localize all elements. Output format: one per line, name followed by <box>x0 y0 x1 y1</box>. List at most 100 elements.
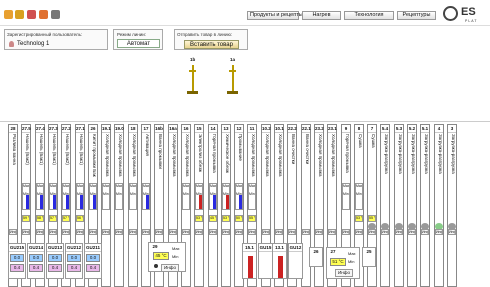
gu-module[interactable]: GU214 0.0 0.4 <box>27 243 45 279</box>
tank-lane[interactable]: 18Холодная промывка Max Min Инфо <box>128 124 138 287</box>
gauge-min-label: Min <box>348 259 355 264</box>
lane-number: 27.3 <box>49 126 58 133</box>
mode-panel-label: Режим линии: <box>117 32 147 37</box>
export-icon[interactable] <box>4 10 13 19</box>
info-button[interactable]: Инфо <box>368 229 376 235</box>
value-a: 0.0 <box>29 254 43 262</box>
temperature-badge: 57 °C <box>62 215 70 222</box>
info-button[interactable]: Инфо <box>342 229 350 235</box>
level-gauge: Max Min <box>115 183 123 210</box>
info-button[interactable]: Инфо <box>155 229 163 235</box>
level-gauge: Max Min <box>102 183 110 210</box>
dock-1a[interactable]: 1a <box>226 57 242 97</box>
module-label: 27 <box>330 249 336 254</box>
info-button[interactable]: Инфо <box>49 229 57 235</box>
heating-button[interactable]: Нагрев <box>302 11 341 20</box>
lane-name: Холодная промывка <box>102 134 110 182</box>
info-button[interactable]: Инфо <box>115 229 123 235</box>
gauge-max-label: Max <box>223 184 230 188</box>
info-button[interactable]: Инфо <box>421 229 429 235</box>
info-button[interactable]: Инфо <box>248 229 256 235</box>
module-26[interactable]: 26 <box>309 247 323 267</box>
tank-lane[interactable]: 5.2Загрузка-разгрузка Инфо <box>407 124 417 287</box>
module-label: 15.1 <box>243 244 256 252</box>
info-button[interactable]: Инфо <box>235 229 243 235</box>
products-recipes-button[interactable]: Продукты и рецепты <box>247 11 303 20</box>
dock-label: 1a <box>230 57 236 62</box>
info-button[interactable]: Инфо <box>129 229 137 235</box>
technology-button[interactable]: Технология <box>344 11 394 20</box>
gu-module[interactable]: GU215 0.0 0.4 <box>8 243 26 279</box>
tank-lane[interactable]: 19.1Холодная промывка Max Min Инфо <box>101 124 111 287</box>
info-button[interactable]: Инфо <box>395 229 403 235</box>
lane-name: Сушка <box>368 134 376 182</box>
tank-lane[interactable]: 4Загрузка-разгрузка Инфо <box>434 124 444 287</box>
lane-name: Горячая промывка <box>342 134 350 182</box>
info-button[interactable]: Инфо <box>315 229 323 235</box>
gu-module[interactable]: GU213 0.0 0.4 <box>46 243 64 279</box>
info-button[interactable]: Инфо <box>209 229 217 235</box>
tank-lane[interactable]: 5.4Загрузка-разгрузка Инфо <box>380 124 390 287</box>
gu-module[interactable]: GU211 0.0 0.4 <box>84 243 102 279</box>
recipes-button[interactable]: Рецептуры <box>397 11 436 20</box>
info-button[interactable]: Инфо <box>288 229 296 235</box>
logo-ring-icon <box>443 6 458 21</box>
info-button[interactable]: Инфо <box>408 229 416 235</box>
info-button[interactable]: Инфо <box>161 264 179 272</box>
lane-number: 27.4 <box>36 126 45 133</box>
info-button[interactable]: Инфо <box>262 229 270 235</box>
gauge-max-label: Max <box>143 184 150 188</box>
module-27[interactable]: 27 51 °C Max Min Инфо <box>326 247 360 279</box>
tank-lane[interactable]: 13Химическое обезж MaxMin 53 °C Инфо <box>221 124 231 287</box>
info-button[interactable]: Инфо <box>9 229 17 235</box>
lock-icon[interactable] <box>51 10 60 19</box>
info-button[interactable]: Инфо <box>89 229 97 235</box>
lane-name: Холодная промывка <box>248 134 256 182</box>
module-29[interactable]: 29 45 °C Max Min Инфо <box>148 242 186 272</box>
info-button[interactable]: Инфо <box>302 229 310 235</box>
tank-lane[interactable]: 14Горячая промывка MaxMin 45 °C Инфо <box>208 124 218 287</box>
tank-module[interactable]: GU15 <box>258 243 273 279</box>
gauge-max-label: Max <box>90 184 97 188</box>
tank-lane[interactable]: 15Электролиз обезж MaxMin 53 °C Инфо <box>194 124 204 287</box>
info-button[interactable]: Инфо <box>102 229 110 235</box>
info-button[interactable]: Инфо <box>22 229 30 235</box>
info-button[interactable]: Инфо <box>195 229 203 235</box>
info-button[interactable]: Инфо <box>76 229 84 235</box>
value-a: 0.0 <box>86 254 100 262</box>
info-button[interactable]: Инфо <box>381 229 389 235</box>
tank-lane[interactable]: 5.3Загрузка-разгрузка Инфо <box>394 124 404 287</box>
module-label: GU211 <box>85 245 101 252</box>
module-25[interactable]: 25 <box>362 247 376 267</box>
info-button[interactable]: Инфо <box>335 269 353 277</box>
users-icon[interactable] <box>27 10 36 19</box>
info-button[interactable]: Инфо <box>222 229 230 235</box>
info-button[interactable]: Инфо <box>435 229 443 235</box>
gauge-max-label: Max <box>236 184 243 188</box>
tank-lane[interactable]: 5.1Загрузка-разгрузка Инфо <box>420 124 430 287</box>
lane-number: 14 <box>209 126 217 133</box>
info-button[interactable]: Инфо <box>328 229 336 235</box>
info-button[interactable]: Инфо <box>169 229 177 235</box>
info-button[interactable]: Инфо <box>448 229 456 235</box>
info-button[interactable]: Инфо <box>142 229 150 235</box>
save-icon[interactable] <box>39 10 48 19</box>
tank-module[interactable]: 15.1 <box>242 243 257 279</box>
tank-module[interactable]: 13.1 <box>272 243 287 279</box>
info-button[interactable]: Инфо <box>355 229 363 235</box>
tank-lane[interactable]: 3Загрузка-разгрузка Инфо <box>447 124 457 287</box>
tank-module[interactable]: GU12 <box>288 243 303 279</box>
insert-product-button[interactable]: Вставить товар <box>184 40 239 49</box>
info-button[interactable]: Инфо <box>275 229 283 235</box>
dock-1b[interactable]: 1b <box>186 57 202 97</box>
tank-lane[interactable]: 19.0Холодная промывка Max Min Инфо <box>114 124 124 287</box>
logo-text: ES <box>461 6 476 18</box>
info-button[interactable]: Инфо <box>36 229 44 235</box>
info-button[interactable]: Инфо <box>182 229 190 235</box>
import-icon[interactable] <box>15 10 24 19</box>
info-button[interactable]: Инфо <box>62 229 70 235</box>
mode-value[interactable]: Автомат <box>117 39 160 48</box>
lane-number: 10.2 <box>262 126 271 133</box>
level-gauge: Max Min <box>222 183 230 210</box>
gu-module[interactable]: GU212 0.0 0.4 <box>65 243 83 279</box>
